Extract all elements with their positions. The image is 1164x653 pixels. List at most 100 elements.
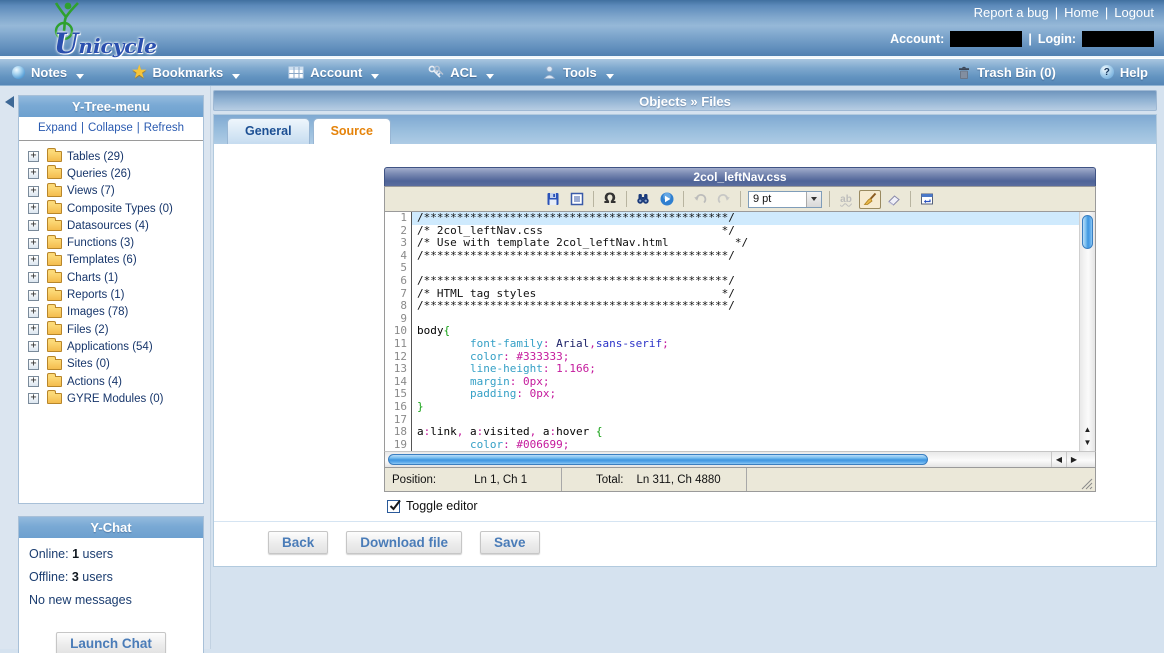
horizontal-scrollbar-thumb[interactable] [388, 454, 928, 465]
toggle-editor-checkbox[interactable] [387, 500, 400, 513]
code-area[interactable]: 12345678910111213141516171819 /*********… [384, 212, 1096, 451]
find-icon[interactable] [632, 190, 654, 209]
highlighter-icon[interactable] [859, 190, 881, 209]
back-button[interactable]: Back [268, 531, 328, 554]
tree-item[interactable]: +Files (2) [19, 321, 203, 338]
expand-plus-icon[interactable]: + [28, 151, 39, 162]
vertical-scrollbar[interactable]: ▲ ▼ [1079, 212, 1095, 451]
tree-item[interactable]: +Sites (0) [19, 356, 203, 373]
goto-line-icon[interactable] [656, 190, 678, 209]
tree-item-label: Applications (54) [67, 341, 153, 353]
trash-bin-button[interactable]: Trash Bin (0) [957, 65, 1056, 80]
save-icon[interactable] [542, 190, 564, 209]
tree-item[interactable]: + Applications (54) [19, 338, 203, 355]
code-line: /***************************************… [412, 250, 1079, 263]
tree-item[interactable]: +Charts (1) [19, 269, 203, 286]
scroll-down-icon[interactable]: ▼ [1080, 436, 1095, 449]
home-link[interactable]: Home [1064, 5, 1099, 20]
code-line [412, 313, 1079, 326]
code-editor: 2col_leftNav.css Ω [384, 167, 1096, 492]
scroll-left-icon[interactable]: ◀ [1051, 452, 1066, 467]
tree-item[interactable]: +Templates (6) [19, 252, 203, 269]
tree-item[interactable]: +Reports (1) [19, 286, 203, 303]
expand-plus-icon[interactable]: + [28, 290, 39, 301]
menu-bookmarks[interactable]: ★ Bookmarks [132, 65, 240, 80]
redo-icon[interactable] [713, 190, 735, 209]
download-file-button[interactable]: Download file [346, 531, 462, 554]
tree-item[interactable]: +GYRE Modules (0) [19, 390, 203, 407]
undo-icon[interactable] [689, 190, 711, 209]
menu-tools[interactable]: Tools [542, 65, 614, 80]
toggle-wrap-icon[interactable] [916, 190, 938, 209]
expand-plus-icon[interactable]: + [28, 359, 39, 370]
folder-icon [47, 255, 62, 266]
save-button[interactable]: Save [480, 531, 540, 554]
help-button[interactable]: ? Help [1100, 65, 1148, 80]
tree-item-label: Composite Types (0) [67, 203, 173, 215]
menu-acl[interactable]: ACL [427, 65, 494, 80]
folder-icon [47, 359, 62, 370]
folder-icon [47, 341, 62, 352]
horizontal-scrollbar[interactable]: ◀ ▶ [384, 451, 1096, 468]
vertical-scrollbar-thumb[interactable] [1082, 215, 1093, 249]
toggle-editor-label: Toggle editor [406, 499, 478, 513]
folder-icon [47, 203, 62, 214]
logout-link[interactable]: Logout [1114, 5, 1154, 20]
expand-plus-icon[interactable]: + [28, 238, 39, 249]
spellcheck-icon[interactable]: ab [835, 190, 857, 209]
tree-item[interactable]: +Tables (29) [19, 148, 203, 165]
code-line: /***************************************… [412, 300, 1079, 313]
tab-source[interactable]: Source [313, 118, 391, 144]
sidebar-collapse-icon[interactable] [5, 96, 14, 108]
refresh-link[interactable]: Refresh [144, 122, 184, 134]
expand-plus-icon[interactable]: + [28, 376, 39, 387]
tab-bar: General Source [214, 115, 1156, 144]
preview-icon[interactable] [566, 190, 588, 209]
eraser-icon[interactable] [883, 190, 905, 209]
expand-plus-icon[interactable]: + [28, 255, 39, 266]
tree-item[interactable]: +Functions (3) [19, 234, 203, 251]
expand-link[interactable]: Expand [38, 122, 77, 134]
chevron-down-icon [486, 74, 494, 79]
expand-plus-icon[interactable]: + [28, 203, 39, 214]
tree-item[interactable]: + Composite Types (0) [19, 200, 203, 217]
account-value-redacted [950, 31, 1022, 47]
expand-plus-icon[interactable]: + [28, 220, 39, 231]
tree-item[interactable]: +Datasources (4) [19, 217, 203, 234]
special-char-icon[interactable]: Ω [599, 190, 621, 209]
report-bug-link[interactable]: Report a bug [974, 5, 1049, 20]
expand-plus-icon[interactable]: + [28, 393, 39, 404]
app-logo[interactable]: Unicycle [32, 1, 182, 57]
expand-plus-icon[interactable]: + [28, 324, 39, 335]
tab-general[interactable]: General [227, 118, 310, 144]
resize-grip-icon[interactable] [1081, 478, 1093, 490]
tree-item[interactable]: +Views (7) [19, 183, 203, 200]
tree-item-label: Actions (4) [67, 376, 122, 388]
login-value-redacted [1082, 31, 1154, 47]
logo-text: Unicycle [54, 27, 157, 60]
folder-icon [47, 290, 62, 301]
chat-online-status: Online: 1 users [19, 538, 203, 561]
tree-item[interactable]: + Actions (4) [19, 373, 203, 390]
expand-plus-icon[interactable]: + [28, 341, 39, 352]
expand-plus-icon[interactable]: + [28, 272, 39, 283]
expand-plus-icon[interactable]: + [28, 307, 39, 318]
tree-item[interactable]: + Queries (26) [19, 165, 203, 182]
expand-plus-icon[interactable]: + [28, 186, 39, 197]
folder-icon [47, 376, 62, 387]
code-text[interactable]: /***************************************… [412, 212, 1079, 451]
expand-plus-icon[interactable]: + [28, 168, 39, 179]
font-size-select[interactable]: 9 pt [748, 191, 822, 208]
tree-item-label: Queries (26) [67, 168, 131, 180]
menu-notes[interactable]: Notes [12, 65, 84, 80]
person-icon [542, 65, 557, 80]
top-links: Report a bug|Home|Logout [890, 5, 1154, 20]
question-mark-icon: ? [1100, 65, 1114, 79]
launch-chat-button[interactable]: Launch Chat [56, 632, 166, 653]
tree-item[interactable]: +Images (78) [19, 304, 203, 321]
collapse-link[interactable]: Collapse [88, 122, 133, 134]
menu-account[interactable]: Account [288, 65, 379, 80]
scroll-up-icon[interactable]: ▲ [1080, 423, 1095, 436]
folder-icon [47, 220, 62, 231]
scroll-right-icon[interactable]: ▶ [1066, 452, 1081, 467]
